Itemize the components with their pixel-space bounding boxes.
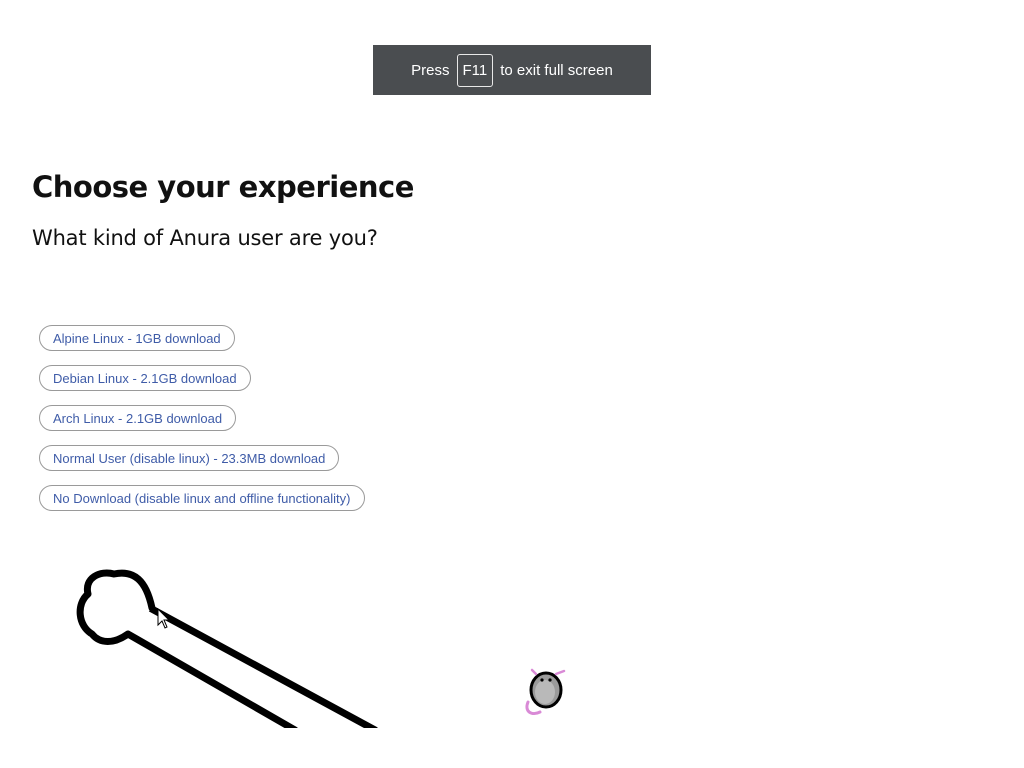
mouse-pointer-icon: [157, 608, 171, 629]
page-subtitle: What kind of Anura user are you?: [32, 226, 378, 250]
arch-linux-option-button[interactable]: Arch Linux - 2.1GB download: [39, 405, 237, 431]
fullscreen-notice-suffix: to exit full screen: [500, 61, 613, 79]
no-download-option-button[interactable]: No Download (disable linux and offline f…: [39, 485, 365, 511]
experience-options: Alpine Linux - 1GB download Debian Linux…: [39, 325, 365, 511]
page-title: Choose your experience: [32, 170, 414, 204]
normal-user-option-button[interactable]: Normal User (disable linux) - 23.3MB dow…: [39, 445, 340, 471]
alpine-linux-option-button[interactable]: Alpine Linux - 1GB download: [39, 325, 235, 351]
fullscreen-notice: Press F11 to exit full screen: [373, 45, 651, 95]
fullscreen-notice-prefix: Press: [411, 61, 450, 79]
bone-drawing-icon: [76, 569, 378, 728]
frog-mascot-icon: [525, 668, 566, 716]
setup-page: Press F11 to exit full screen Choose you…: [0, 0, 1024, 768]
f11-key-badge: F11: [456, 53, 494, 87]
debian-linux-option-button[interactable]: Debian Linux - 2.1GB download: [39, 365, 251, 391]
